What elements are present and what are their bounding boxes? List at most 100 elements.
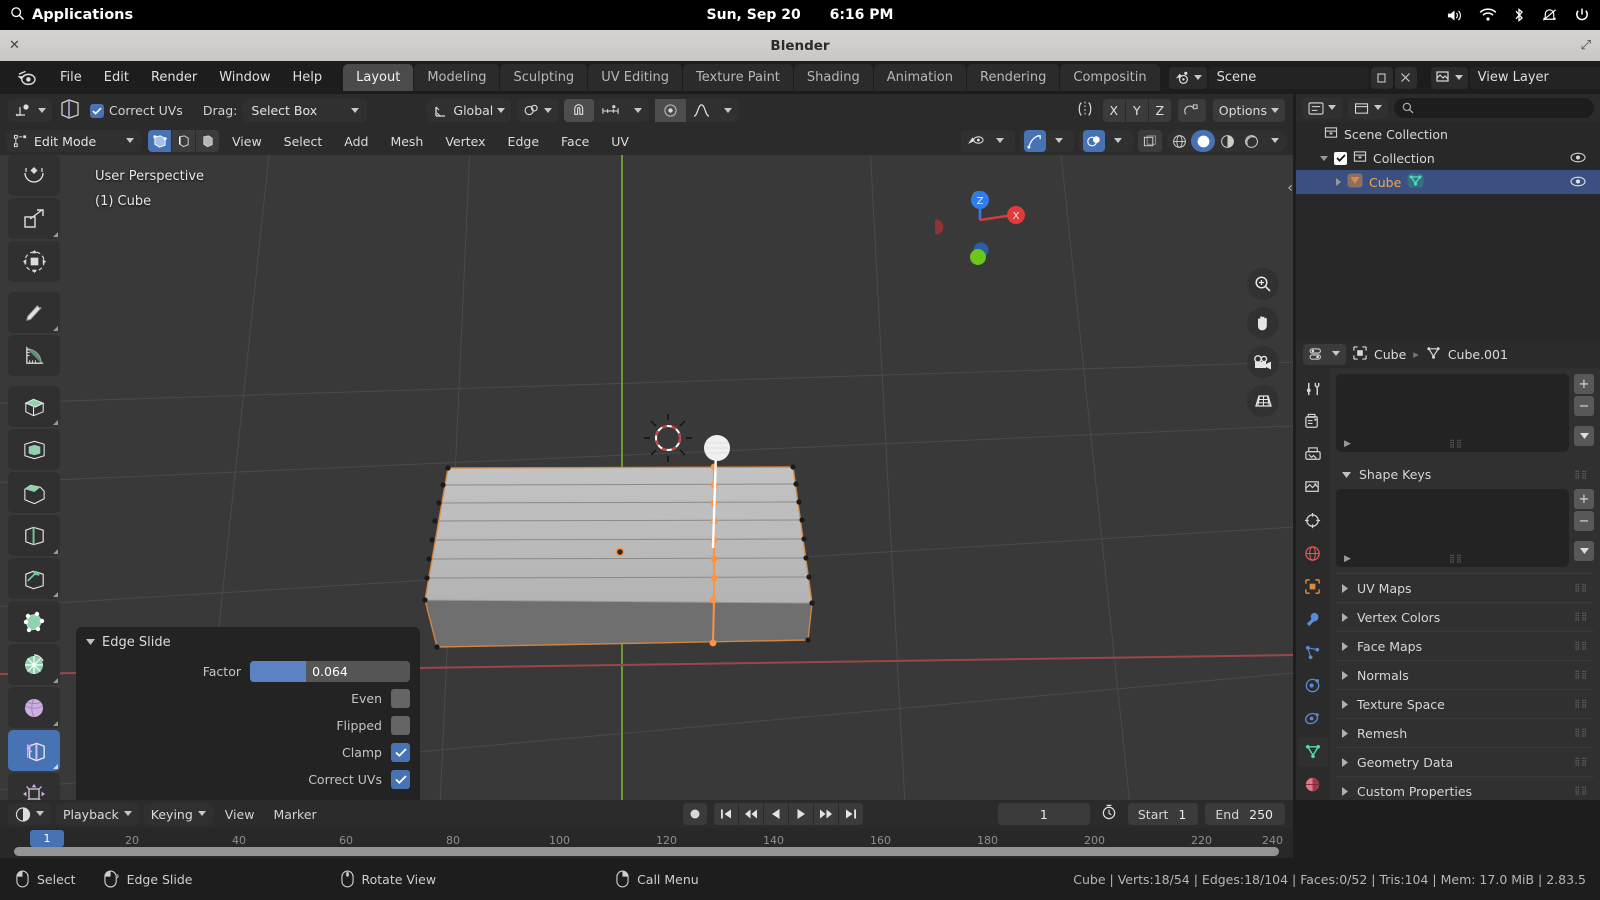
shading-rendered-icon[interactable] bbox=[1239, 130, 1263, 152]
scene-name-field[interactable]: Scene bbox=[1208, 66, 1369, 89]
outliner-row-cube[interactable]: Cube bbox=[1296, 170, 1600, 194]
gizmo-dropdown[interactable] bbox=[1020, 130, 1074, 152]
workspace-tab-compositing[interactable]: Compositin bbox=[1060, 64, 1160, 91]
panel-normals[interactable]: Normals ⣿⣿ bbox=[1336, 660, 1594, 689]
volume-icon[interactable] bbox=[1446, 8, 1463, 23]
os-applications-menu[interactable]: Applications bbox=[0, 6, 133, 25]
tool-edge-slide[interactable] bbox=[8, 730, 60, 771]
shape-keys-list[interactable]: ▶ ⣿⣿ bbox=[1336, 489, 1569, 567]
timeline-editor-type-button[interactable] bbox=[8, 803, 51, 825]
snap-dropdown-chevron-icon[interactable] bbox=[627, 99, 649, 122]
panel-face-maps[interactable]: Face Maps ⣿⣿ bbox=[1336, 631, 1594, 660]
xray-toggle-icon[interactable] bbox=[1138, 130, 1162, 152]
tab-scene[interactable] bbox=[1298, 506, 1328, 536]
tab-tool[interactable] bbox=[1298, 374, 1328, 404]
new-scene-button[interactable] bbox=[1370, 66, 1393, 89]
vertex-colors-grip-icon[interactable]: ⣿⣿ bbox=[1574, 613, 1588, 621]
falloff-dropdown-chevron-icon[interactable] bbox=[717, 99, 739, 122]
shape-keys-grip-icon[interactable]: ⣿⣿ bbox=[1574, 470, 1588, 479]
symmetry-x-button[interactable]: X bbox=[1102, 99, 1125, 122]
collection-visibility-eye-icon[interactable] bbox=[1570, 151, 1586, 166]
panel-texture-space[interactable]: Texture Space ⣿⣿ bbox=[1336, 689, 1594, 718]
wifi-icon[interactable] bbox=[1479, 8, 1497, 22]
correct-uvs-toggle[interactable]: Correct UVs bbox=[90, 103, 183, 118]
viewport-menu-mesh[interactable]: Mesh bbox=[381, 131, 432, 152]
pivot-point-dropdown[interactable] bbox=[517, 99, 559, 122]
play-button[interactable] bbox=[788, 803, 813, 825]
bluetooth-icon[interactable] bbox=[1513, 7, 1525, 23]
visibility-dropdown[interactable] bbox=[961, 130, 1015, 152]
overlays-dropdown[interactable] bbox=[1079, 130, 1133, 152]
vertex-groups-list[interactable]: ▶ ⣿⣿ bbox=[1336, 374, 1569, 452]
even-checkbox[interactable] bbox=[391, 688, 410, 708]
tool-knife[interactable] bbox=[8, 558, 60, 599]
collection-enable-checkbox[interactable] bbox=[1334, 151, 1347, 165]
navigation-gizmo[interactable]: Z X bbox=[935, 175, 1025, 265]
tab-modifiers[interactable] bbox=[1298, 605, 1328, 635]
outliner-display-mode-button[interactable] bbox=[1348, 97, 1388, 119]
tool-inset-faces[interactable] bbox=[8, 429, 60, 470]
auto-keyframe-button[interactable] bbox=[682, 803, 707, 825]
timer-icon[interactable] bbox=[1101, 804, 1117, 824]
viewport-menu-face[interactable]: Face bbox=[552, 131, 598, 152]
vertex-groups-grip-icon[interactable]: ⣿⣿ bbox=[1449, 440, 1463, 448]
outliner-editor-type-button[interactable] bbox=[1302, 97, 1342, 119]
menu-edit[interactable]: Edit bbox=[93, 66, 140, 89]
viewport-menu-edge[interactable]: Edge bbox=[499, 131, 548, 152]
correct-uvs-op-checkbox[interactable] bbox=[391, 769, 410, 789]
tab-object[interactable] bbox=[1298, 572, 1328, 602]
next-keyframe-button[interactable] bbox=[813, 803, 838, 825]
end-frame-field[interactable]: End 250 bbox=[1205, 803, 1285, 825]
uv-maps-grip-icon[interactable]: ⣿⣿ bbox=[1574, 584, 1588, 592]
tab-object-data[interactable] bbox=[1298, 737, 1328, 767]
viewport-menu-view[interactable]: View bbox=[223, 131, 271, 152]
panel-uv-maps[interactable]: UV Maps ⣿⣿ bbox=[1336, 573, 1594, 602]
workspace-tab-uv-editing[interactable]: UV Editing bbox=[588, 64, 683, 91]
proportional-edit-icon[interactable] bbox=[655, 99, 687, 122]
select-mode-face-icon[interactable] bbox=[196, 130, 219, 152]
3d-viewport[interactable]: User Perspective (1) Cube Z X Edge Slide… bbox=[0, 155, 1293, 800]
tool-transform[interactable] bbox=[8, 241, 60, 282]
workspace-tab-animation[interactable]: Animation bbox=[873, 64, 966, 91]
collection-disclosure-icon[interactable] bbox=[1320, 155, 1328, 161]
viewport-zoom-button[interactable] bbox=[1247, 268, 1279, 300]
timeline-menu-marker[interactable]: Marker bbox=[266, 807, 323, 822]
sidebar-expand-arrow-icon[interactable]: ‹ bbox=[1287, 180, 1293, 196]
play-reverse-button[interactable] bbox=[763, 803, 788, 825]
timeline-horizontal-scrollbar[interactable] bbox=[14, 847, 1279, 856]
remove-scene-button[interactable] bbox=[1394, 66, 1417, 89]
outliner-row-collection[interactable]: Collection bbox=[1296, 146, 1600, 170]
overlays-toggle-icon[interactable] bbox=[1083, 130, 1105, 152]
workspace-tab-shading[interactable]: Shading bbox=[793, 64, 873, 91]
workspace-tab-modeling[interactable]: Modeling bbox=[414, 64, 500, 91]
panel-custom-properties[interactable]: Custom Properties ⣿⣿ bbox=[1336, 776, 1594, 805]
tool-shrink-fatten[interactable] bbox=[8, 773, 60, 800]
viewport-menu-vertex[interactable]: Vertex bbox=[436, 131, 494, 152]
tool-bevel[interactable] bbox=[8, 472, 60, 513]
viewport-menu-uv[interactable]: UV bbox=[602, 131, 638, 152]
panel-remesh[interactable]: Remesh ⣿⣿ bbox=[1336, 718, 1594, 747]
timeline-menu-view[interactable]: View bbox=[218, 807, 262, 822]
tool-spin[interactable] bbox=[8, 644, 60, 685]
os-clock[interactable]: Sun, Sep 20 6:16 PM bbox=[0, 7, 1600, 23]
cube-disclosure-icon[interactable] bbox=[1336, 178, 1341, 186]
blender-logo-icon[interactable] bbox=[16, 69, 37, 86]
viewport-perspective-toggle-button[interactable] bbox=[1247, 385, 1279, 417]
tool-smooth[interactable] bbox=[8, 687, 60, 728]
shape-keys-list-grip-icon[interactable]: ⣿⣿ bbox=[1449, 555, 1463, 563]
add-vertex-group-button[interactable]: + bbox=[1574, 374, 1594, 394]
clamp-checkbox[interactable] bbox=[391, 742, 410, 762]
viewport-pan-button[interactable] bbox=[1247, 307, 1279, 339]
menu-help[interactable]: Help bbox=[282, 66, 334, 89]
add-shape-key-button[interactable]: + bbox=[1574, 489, 1594, 509]
breadcrumb-object-label[interactable]: Cube bbox=[1374, 347, 1406, 362]
shading-wireframe-icon[interactable] bbox=[1167, 130, 1191, 152]
workspace-tab-rendering[interactable]: Rendering bbox=[967, 64, 1060, 91]
window-close-button[interactable]: ✕ bbox=[9, 38, 20, 53]
properties-editor-type-button[interactable] bbox=[1303, 343, 1346, 365]
geometry-data-grip-icon[interactable]: ⣿⣿ bbox=[1574, 758, 1588, 766]
tab-physics[interactable] bbox=[1298, 671, 1328, 701]
mesh-symmetry-icon[interactable] bbox=[1074, 100, 1096, 122]
flipped-checkbox[interactable] bbox=[391, 715, 410, 735]
factor-slider[interactable]: 0.064 bbox=[250, 660, 410, 682]
